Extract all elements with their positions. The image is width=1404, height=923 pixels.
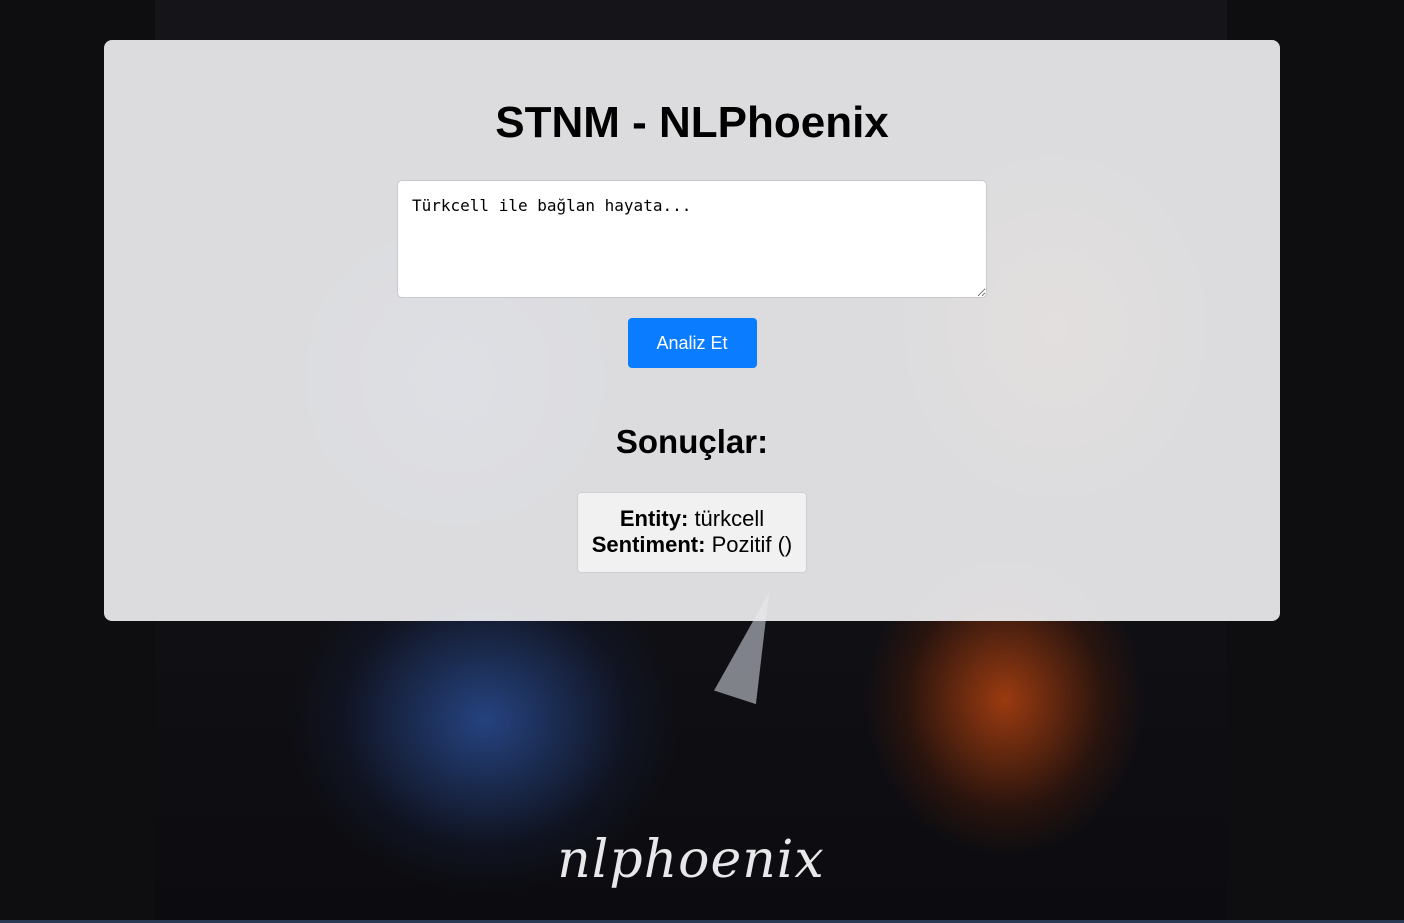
results-title: Sonuçlar: <box>615 423 769 460</box>
sentiment-value: Pozitif () <box>711 532 793 557</box>
sentiment-label: Sentiment: <box>591 532 706 557</box>
sentiment-row: Sentiment: Pozitif () <box>592 532 793 558</box>
page-title: STNM - NLPhoenix <box>495 98 889 147</box>
entity-value: türkcell <box>694 506 765 531</box>
text-input[interactable] <box>397 180 987 298</box>
analyze-button[interactable]: Analiz Et <box>627 318 757 368</box>
entity-label: Entity: <box>619 506 689 531</box>
result-item: Entity: türkcell Sentiment: Pozitif () <box>576 492 808 573</box>
main-card: STNM - NLPhoenix Analiz Et Sonuçlar: Ent… <box>104 40 1280 621</box>
entity-row: Entity: türkcell <box>592 506 793 532</box>
background-logo: nlphoenix <box>557 830 825 890</box>
